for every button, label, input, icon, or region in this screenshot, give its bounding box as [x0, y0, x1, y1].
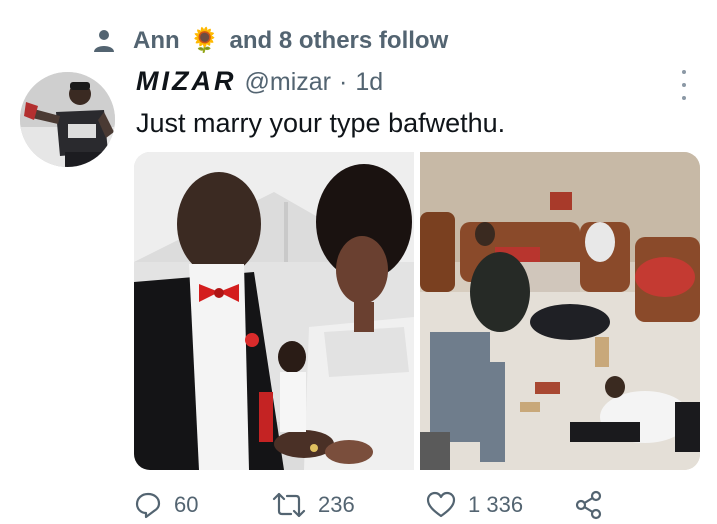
avatar-image [20, 72, 115, 167]
social-context[interactable]: Ann 🌻 and 8 others follow [93, 24, 448, 58]
sunflower-emoji: 🌻 [189, 27, 220, 54]
wedding-ring-photo[interactable] [134, 152, 414, 470]
retweet-button[interactable]: 236 [272, 488, 355, 522]
like-icon [426, 491, 456, 518]
timestamp[interactable]: 1d [355, 68, 383, 97]
reply-icon [135, 492, 161, 519]
media-grid [134, 152, 700, 470]
tweet-text: Just marry your type bafwethu. [136, 108, 506, 138]
handle[interactable]: @mizar [244, 68, 331, 97]
like-button[interactable]: 1 336 [426, 488, 523, 522]
social-context-name[interactable]: Ann [133, 27, 180, 55]
retweet-icon [272, 492, 306, 518]
share-button[interactable] [574, 488, 604, 522]
retweet-count: 236 [318, 492, 355, 517]
separator: · [338, 68, 348, 96]
display-name[interactable]: MIZAR [136, 66, 236, 97]
reply-button[interactable]: 60 [134, 488, 198, 522]
tweet-actions: 60 236 1 336 [134, 488, 604, 522]
social-context-text: and 8 others follow [229, 27, 449, 54]
tweet-header: MIZAR @mizar · 1d [136, 66, 383, 102]
avatar[interactable] [20, 72, 115, 167]
more-options-icon[interactable] [676, 70, 692, 100]
share-icon [575, 490, 602, 520]
like-count: 1 336 [468, 492, 524, 517]
after-party-photo[interactable] [420, 152, 700, 470]
person-icon [94, 30, 114, 52]
reply-count: 60 [174, 492, 199, 517]
